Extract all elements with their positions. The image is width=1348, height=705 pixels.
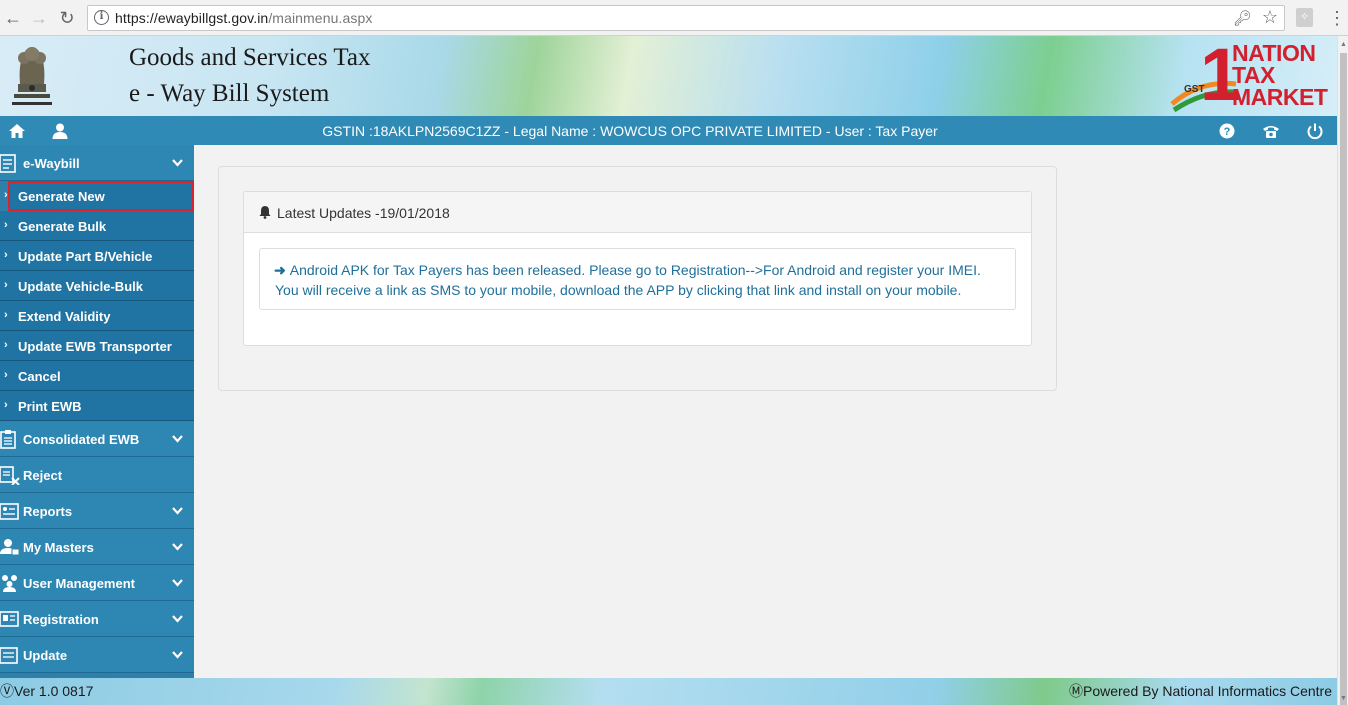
chevron-right-icon: ›	[4, 219, 8, 231]
update-icon	[0, 647, 18, 664]
clipboard-icon	[0, 430, 16, 449]
help-icon[interactable]: ?	[1218, 122, 1236, 140]
scroll-down-icon[interactable]: ▼	[1339, 694, 1348, 703]
reports-icon	[0, 503, 19, 520]
chevron-right-icon: ›	[4, 279, 8, 291]
contact-phone-icon[interactable]	[1262, 122, 1280, 140]
bell-icon	[259, 206, 271, 219]
ewaybill-document-icon	[0, 154, 16, 173]
arrow-right-icon: ➜	[274, 262, 286, 278]
powered-by-text: ⓂPowered By National Informatics Centre	[1069, 683, 1332, 699]
one-nation-logo: 1 NATION TAX MARKET GST	[1170, 38, 1334, 114]
bookmark-star-icon[interactable]: ☆	[1262, 7, 1278, 28]
key-icon[interactable]: 🔑︎	[1233, 9, 1252, 27]
menu-item-update-ewb-transporter[interactable]: › Update EWB Transporter	[0, 331, 194, 361]
chevron-down-icon	[172, 507, 183, 515]
menu-item-generate-bulk[interactable]: › Generate Bulk	[0, 211, 194, 241]
chevron-right-icon: ›	[4, 309, 8, 321]
power-logout-icon[interactable]	[1306, 122, 1324, 140]
header-banner: Goods and Services Tax e - Way Bill Syst…	[0, 36, 1337, 116]
sidebar-menu-consolidated-ewb[interactable]: Consolidated EWB	[0, 421, 194, 457]
menu-item-extend-validity[interactable]: › Extend Validity	[0, 301, 194, 331]
chevron-right-icon: ›	[4, 189, 8, 201]
masters-icon	[0, 539, 20, 556]
chevron-right-icon: ›	[4, 369, 8, 381]
chevron-down-icon	[172, 579, 183, 587]
back-arrow-icon[interactable]: ←	[2, 7, 24, 29]
chevron-right-icon: ›	[4, 339, 8, 351]
page-scrollbar[interactable]: ▲ ▼	[1337, 36, 1348, 705]
registration-icon	[0, 611, 19, 627]
sidebar-menu-user-management[interactable]: User Management	[0, 565, 194, 601]
menu-item-cancel[interactable]: › Cancel	[0, 361, 194, 391]
forward-arrow-icon[interactable]: →	[28, 7, 50, 29]
banner-title: Goods and Services Tax	[129, 44, 371, 71]
menu-item-update-vehicle-bulk[interactable]: › Update Vehicle-Bulk	[0, 271, 194, 301]
browser-menu-icon[interactable]: ⋮	[1328, 6, 1346, 30]
menu-item-update-part-b[interactable]: › Update Part B/Vehicle	[0, 241, 194, 271]
reload-icon[interactable]: ↻	[56, 7, 78, 29]
chevron-right-icon: ›	[4, 399, 8, 411]
url-text[interactable]: https://ewaybillgst.gov.in/mainmenu.aspx	[115, 10, 372, 26]
copyright-icon: Ⓜ	[1069, 683, 1083, 699]
latest-updates-header: Latest Updates -19/01/2018	[244, 192, 1031, 233]
site-info-icon[interactable]: i	[94, 10, 109, 25]
gstin-info-text: GSTIN :18AKLPN2569C1ZZ - Legal Name : WO…	[322, 123, 938, 139]
update-message-box: ➜ Android APK for Tax Payers has been rel…	[259, 248, 1016, 310]
sidebar-menu-update[interactable]: Update	[0, 637, 194, 673]
menu-item-generate-new[interactable]: › Generate New	[4, 181, 194, 211]
scrollbar-thumb[interactable]	[1340, 53, 1347, 705]
national-emblem-icon	[12, 47, 52, 105]
sidebar-menu-my-masters[interactable]: My Masters	[0, 529, 194, 565]
latest-updates-panel: Latest Updates -19/01/2018 ➜ Android APK …	[243, 191, 1032, 346]
menu-item-print-ewb[interactable]: › Print EWB	[0, 391, 194, 421]
reject-document-icon	[0, 466, 20, 485]
address-bar[interactable]: i https://ewaybillgst.gov.in/mainmenu.as…	[87, 5, 1285, 31]
chevron-down-icon	[172, 159, 183, 167]
sidebar-menu-ewaybill[interactable]: e-Waybill	[0, 145, 194, 181]
sidebar-menu-reject[interactable]: Reject	[0, 457, 194, 493]
chevron-down-icon	[172, 543, 183, 551]
copyright-icon: Ⓥ	[0, 683, 14, 699]
update-message-line: ➜ Android APK for Tax Payers has been rel…	[274, 262, 981, 278]
user-info-bar: GSTIN :18AKLPN2569C1ZZ - Legal Name : WO…	[0, 116, 1337, 145]
users-icon	[2, 575, 17, 592]
chevron-down-icon	[172, 615, 183, 623]
chevron-down-icon	[172, 651, 183, 659]
banner-subtitle: e - Way Bill System	[129, 80, 330, 107]
footer-bar: ⓋVer 1.0 0817 ⓂPowered By National Infor…	[0, 678, 1337, 705]
sidebar-menu-reports[interactable]: Reports	[0, 493, 194, 529]
chevron-right-icon: ›	[4, 249, 8, 261]
sidebar-menu-label: e-Waybill	[23, 156, 80, 171]
update-message-line: You will receive a link as SMS to your m…	[275, 282, 962, 298]
sidebar-menu: e-Waybill › Generate New › Generate Bulk…	[0, 145, 194, 678]
version-text: ⓋVer 1.0 0817	[0, 683, 94, 699]
svg-text:?: ?	[1224, 126, 1231, 138]
chevron-down-icon	[172, 435, 183, 443]
browser-toolbar: ← → ↻ i https://ewaybillgst.gov.in/mainm…	[0, 0, 1348, 36]
latest-updates-title: Latest Updates -19/01/2018	[277, 205, 450, 221]
sidebar-menu-registration[interactable]: Registration	[0, 601, 194, 637]
scroll-up-icon[interactable]: ▲	[1339, 40, 1348, 49]
pdf-extension-icon[interactable]: ✧	[1296, 8, 1313, 27]
